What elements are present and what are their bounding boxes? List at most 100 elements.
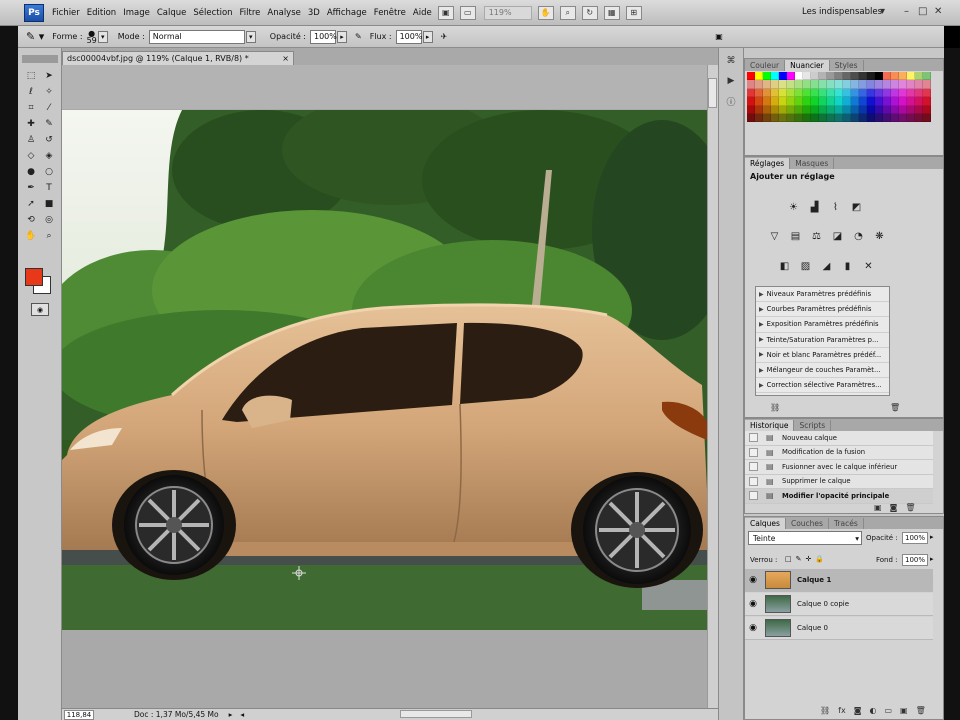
color-swatch[interactable] bbox=[851, 113, 859, 123]
color-swatch[interactable] bbox=[763, 72, 771, 81]
color-swatch[interactable] bbox=[827, 80, 835, 89]
color-swatch[interactable] bbox=[787, 72, 795, 81]
eye-icon[interactable]: ◉ bbox=[745, 599, 761, 609]
color-swatch[interactable] bbox=[907, 105, 915, 114]
color-swatch[interactable] bbox=[867, 113, 875, 123]
zoom-icon[interactable]: ⌕ bbox=[40, 228, 58, 244]
color-swatch[interactable] bbox=[819, 97, 827, 106]
color-swatch[interactable] bbox=[859, 80, 867, 89]
exposure-icon[interactable]: ◩ bbox=[847, 199, 866, 216]
color-swatch[interactable] bbox=[835, 105, 843, 114]
color-swatch[interactable] bbox=[899, 105, 907, 114]
gradient-map-icon[interactable]: ▮ bbox=[838, 258, 857, 275]
posterize-icon[interactable]: ▨ bbox=[796, 258, 815, 275]
color-swatch[interactable] bbox=[779, 80, 787, 89]
tab-masques[interactable]: Masques bbox=[790, 158, 835, 169]
layer-row[interactable]: ◉ Calque 1 bbox=[745, 569, 933, 592]
color-swatch[interactable] bbox=[859, 88, 867, 98]
curves-icon[interactable]: ⌇ bbox=[826, 199, 845, 216]
close-document-icon[interactable]: × bbox=[282, 54, 289, 63]
color-swatch[interactable] bbox=[875, 97, 883, 106]
color-swatch[interactable] bbox=[851, 80, 859, 89]
new-document-from-state-icon[interactable]: ▣ bbox=[874, 503, 882, 512]
eyedropper-icon[interactable]: ⁄ bbox=[40, 100, 58, 116]
color-swatch[interactable] bbox=[771, 113, 779, 123]
hand-icon[interactable]: ✋ bbox=[22, 228, 40, 244]
color-swatch[interactable] bbox=[867, 72, 875, 81]
color-swatch[interactable] bbox=[907, 97, 915, 106]
color-swatch[interactable] bbox=[851, 97, 859, 106]
new-group-icon[interactable]: ▭ bbox=[884, 706, 892, 715]
color-swatch[interactable] bbox=[795, 72, 803, 81]
color-swatch[interactable] bbox=[803, 88, 811, 98]
horizontal-scroll-thumb[interactable] bbox=[400, 710, 472, 718]
color-swatch[interactable] bbox=[771, 72, 779, 81]
color-swatch[interactable] bbox=[907, 113, 915, 123]
color-swatch[interactable] bbox=[795, 88, 803, 98]
color-swatch[interactable] bbox=[923, 97, 931, 106]
color-swatch[interactable] bbox=[803, 72, 811, 81]
color-swatch[interactable] bbox=[795, 105, 803, 114]
color-swatch[interactable] bbox=[875, 72, 883, 81]
actions-panel-icon[interactable]: ▶ bbox=[723, 74, 739, 88]
color-swatch[interactable] bbox=[883, 80, 891, 89]
color-swatch[interactable] bbox=[827, 72, 835, 81]
color-swatch[interactable] bbox=[867, 80, 875, 89]
status-zoom-field[interactable]: 118,84 bbox=[64, 709, 94, 720]
color-swatch[interactable] bbox=[835, 72, 843, 81]
tab-traces[interactable]: Tracés bbox=[829, 518, 864, 529]
color-swatch[interactable] bbox=[907, 80, 915, 89]
tab-couleur[interactable]: Couleur bbox=[745, 60, 786, 71]
color-swatch[interactable] bbox=[811, 80, 819, 89]
color-swatch[interactable] bbox=[779, 113, 787, 123]
color-swatch[interactable] bbox=[827, 88, 835, 98]
color-swatch[interactable] bbox=[803, 97, 811, 106]
color-swatch[interactable] bbox=[811, 105, 819, 114]
color-swatch[interactable] bbox=[915, 113, 923, 123]
maximize-button[interactable]: □ bbox=[918, 6, 927, 17]
delete-state-icon[interactable]: 🗑 bbox=[905, 503, 915, 512]
color-swatch[interactable] bbox=[787, 80, 795, 89]
color-swatch[interactable] bbox=[755, 88, 763, 98]
menu-selection[interactable]: Sélection bbox=[193, 8, 232, 18]
color-swatch[interactable] bbox=[755, 80, 763, 89]
text-icon[interactable]: T bbox=[40, 180, 58, 196]
foreground-color-swatch[interactable] bbox=[25, 268, 43, 286]
layer-opacity-arrow-icon[interactable]: ▸ bbox=[930, 533, 934, 541]
history-source-checkbox[interactable] bbox=[749, 462, 758, 472]
color-swatch[interactable] bbox=[787, 113, 795, 123]
color-swatch[interactable] bbox=[883, 113, 891, 123]
color-swatch[interactable] bbox=[811, 97, 819, 106]
color-balance-icon[interactable]: ⚖ bbox=[807, 228, 826, 245]
color-swatch[interactable] bbox=[923, 80, 931, 89]
color-swatch[interactable] bbox=[819, 80, 827, 89]
color-swatch[interactable] bbox=[827, 105, 835, 114]
preset-item[interactable]: ▶ Exposition Paramètres prédéfinis bbox=[756, 317, 889, 333]
threshold-icon[interactable]: ◢ bbox=[817, 258, 836, 275]
color-swatch[interactable] bbox=[899, 80, 907, 89]
zoom-tool-icon[interactable]: ⌕ bbox=[559, 5, 576, 20]
color-swatch[interactable] bbox=[883, 72, 891, 81]
fill-field[interactable]: 100% bbox=[902, 554, 928, 566]
workspace-selector[interactable]: Les indispensables bbox=[802, 7, 882, 17]
color-swatch[interactable] bbox=[779, 88, 787, 98]
color-swatch[interactable] bbox=[827, 113, 835, 123]
arrange-icon[interactable]: ▭ bbox=[459, 5, 476, 20]
marquee-icon[interactable]: ⬚ bbox=[22, 68, 40, 84]
history-state[interactable]: ▤ Modifier l'opacité principale bbox=[745, 489, 933, 504]
color-swatch[interactable] bbox=[787, 88, 795, 98]
mode-dropdown-arrow-icon[interactable]: ▾ bbox=[245, 30, 256, 43]
color-swatch[interactable] bbox=[779, 105, 787, 114]
close-window-button[interactable]: ✕ bbox=[934, 6, 942, 17]
color-swatch[interactable] bbox=[755, 97, 763, 106]
color-swatch[interactable] bbox=[747, 72, 755, 81]
healing-icon[interactable]: ✚ bbox=[22, 116, 40, 132]
color-swatch[interactable] bbox=[747, 80, 755, 89]
new-layer-icon[interactable]: ▣ bbox=[900, 706, 908, 715]
opacity-slider-arrow-icon[interactable]: ▸ bbox=[337, 30, 347, 43]
color-swatch[interactable] bbox=[891, 113, 899, 123]
color-swatch[interactable] bbox=[803, 80, 811, 89]
color-swatch[interactable] bbox=[875, 113, 883, 123]
history-source-checkbox[interactable] bbox=[749, 433, 758, 443]
selective-color-icon[interactable]: ✕ bbox=[859, 258, 878, 275]
